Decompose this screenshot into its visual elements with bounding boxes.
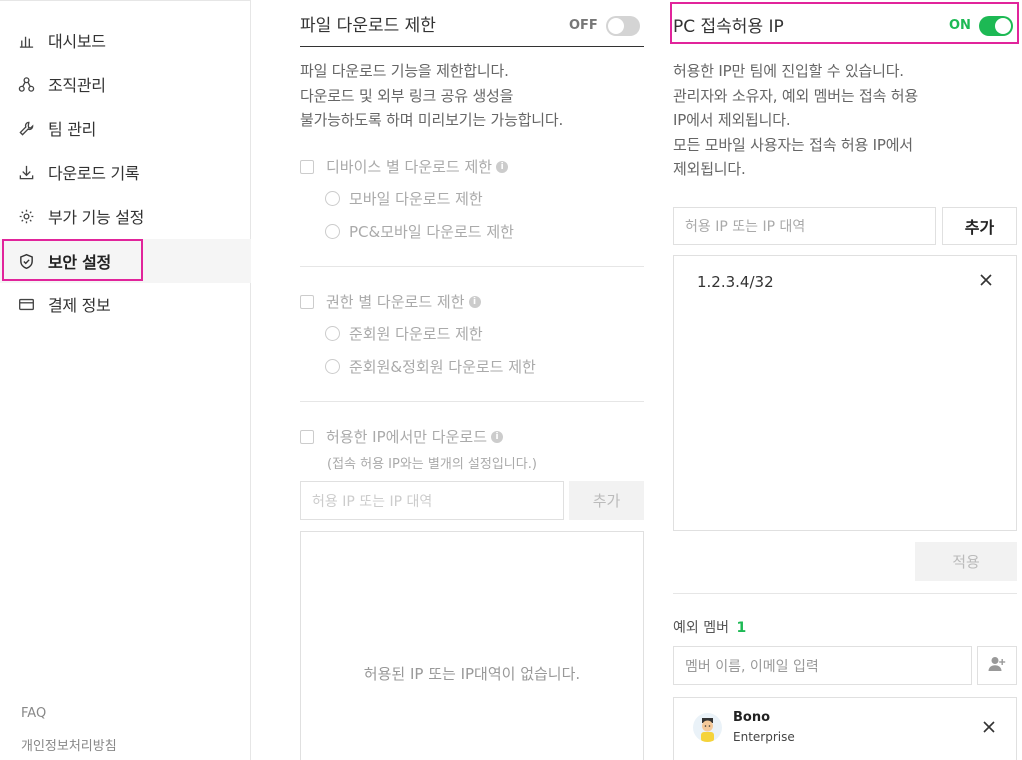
sidebar-item-download-log[interactable]: 다운로드 기록 — [0, 150, 251, 194]
description-line: 모든 모바일 사용자는 접속 허용 IP에서 — [673, 135, 913, 154]
sidebar-item-team[interactable]: 팀 관리 — [0, 106, 251, 150]
toggle-knob — [995, 18, 1011, 34]
sidebar: 대시보드 조직관리 팀 관리 다운로드 기록 부가 기능 설정 보안 설정 결제… — [0, 0, 251, 760]
sidebar-item-label: 다운로드 기록 — [48, 164, 140, 183]
download-limit-toggle-label: OFF — [569, 18, 598, 33]
remove-member-icon[interactable] — [977, 715, 1001, 739]
ip-only-note: (접속 허용 IP와는 별개의 설정입니다.) — [327, 457, 537, 472]
member-role: Enterprise — [733, 730, 795, 744]
pc-ip-toggle-label: ON — [949, 18, 971, 33]
download-ip-list: 허용된 IP 또는 IP대역이 없습니다. — [300, 531, 644, 760]
role-limit-checkbox-row[interactable]: 권한 별 다운로드 제한 i — [300, 291, 481, 312]
sidebar-item-billing[interactable]: 결제 정보 — [0, 282, 251, 326]
radio-associate-limit[interactable]: 준회원 다운로드 제한 — [325, 323, 483, 344]
ip-list-item: 1.2.3.4/32 — [697, 273, 774, 291]
role-limit-checkbox[interactable] — [300, 294, 314, 309]
info-icon[interactable]: i — [468, 295, 481, 308]
description-line: 불가능하도록 하며 미리보기는 가능합니다. — [300, 111, 564, 129]
radio-label: 준회원 다운로드 제한 — [349, 325, 483, 343]
apply-button[interactable]: 적용 — [915, 542, 1017, 581]
add-member-button[interactable] — [977, 646, 1017, 685]
sidebar-item-addons[interactable]: 부가 기능 설정 — [0, 194, 251, 238]
empty-state-text: 허용된 IP 또는 IP대역이 없습니다. — [363, 665, 581, 683]
radio-label: 모바일 다운로드 제한 — [349, 190, 483, 208]
exception-member-label: 예외 멤버 — [673, 620, 729, 636]
info-icon[interactable]: i — [491, 430, 504, 443]
shield-icon — [17, 252, 35, 270]
sidebar-item-dashboard[interactable]: 대시보드 — [0, 18, 251, 62]
add-user-icon — [988, 656, 1006, 676]
device-limit-checkbox-row[interactable]: 디바이스 별 다운로드 제한 i — [300, 156, 509, 177]
sidebar-item-label: 팀 관리 — [48, 120, 97, 139]
sidebar-item-label: 보안 설정 — [48, 253, 111, 272]
download-ip-add-button[interactable]: 추가 — [569, 481, 644, 520]
info-icon[interactable]: i — [496, 160, 509, 173]
divider — [300, 401, 644, 402]
radio-mobile-limit[interactable]: 모바일 다운로드 제한 — [325, 188, 483, 209]
gear-icon — [17, 207, 35, 225]
pc-ip-list: 1.2.3.4/32 — [673, 255, 1017, 531]
sidebar-item-org[interactable]: 조직관리 — [0, 62, 251, 106]
sidebar-item-security[interactable]: 보안 설정 — [0, 239, 251, 283]
ip-only-checkbox[interactable] — [300, 429, 314, 444]
radio-label: 준회원&정회원 다운로드 제한 — [349, 358, 536, 376]
ip-only-checkbox-row[interactable]: 허용한 IP에서만 다운로드 i — [300, 426, 504, 447]
sidebar-item-label: 조직관리 — [48, 76, 106, 95]
privacy-policy-link[interactable]: 개인정보처리방침 — [21, 735, 117, 754]
role-limit-label: 권한 별 다운로드 제한 — [326, 293, 465, 311]
radio-pc-mobile-limit[interactable]: PC&모바일 다운로드 제한 — [325, 221, 514, 242]
exception-member-count: 1 — [736, 620, 747, 636]
radio-button[interactable] — [325, 359, 340, 374]
device-limit-checkbox[interactable] — [300, 159, 314, 174]
sidebar-item-label: 부가 기능 설정 — [48, 208, 145, 227]
exception-member-header: 예외 멤버 1 — [673, 617, 746, 637]
radio-button[interactable] — [325, 224, 340, 239]
description-line: IP에서 제외됩니다. — [673, 111, 791, 129]
faq-link[interactable]: FAQ — [21, 706, 46, 721]
close-icon[interactable] — [975, 269, 997, 291]
wrench-icon — [17, 119, 35, 137]
member-card: Bono Enterprise — [673, 697, 1017, 760]
divider — [300, 266, 644, 267]
sidebar-item-label: 대시보드 — [48, 32, 106, 51]
pc-ip-input[interactable]: 허용 IP 또는 IP 대역 — [673, 207, 936, 245]
pc-ip-add-button[interactable]: 추가 — [942, 207, 1017, 245]
download-limit-toggle[interactable] — [606, 16, 640, 36]
card-icon — [17, 295, 35, 313]
radio-button[interactable] — [325, 191, 340, 206]
download-limit-title: 파일 다운로드 제한 — [300, 16, 436, 36]
member-search-input[interactable]: 멤버 이름, 이메일 입력 — [673, 646, 972, 685]
pc-ip-description: 허용한 IP만 팀에 진입할 수 있습니다. 관리자와 소유자, 예외 멤버는 … — [673, 59, 1017, 182]
avatar — [693, 713, 722, 742]
divider — [673, 593, 1017, 594]
download-icon — [17, 163, 35, 181]
radio-associate-regular-limit[interactable]: 준회원&정회원 다운로드 제한 — [325, 356, 536, 377]
org-icon — [17, 75, 35, 93]
member-name: Bono — [733, 710, 771, 725]
download-limit-description: 파일 다운로드 기능을 제한합니다. 다운로드 및 외부 링크 공유 생성을 불… — [300, 59, 644, 133]
description-line: 제외됩니다. — [673, 160, 746, 178]
description-line: 허용한 IP만 팀에 진입할 수 있습니다. — [673, 62, 904, 80]
radio-label: PC&모바일 다운로드 제한 — [349, 223, 514, 241]
download-ip-input[interactable]: 허용 IP 또는 IP 대역 — [300, 481, 564, 520]
description-line: 다운로드 및 외부 링크 공유 생성을 — [300, 86, 514, 105]
device-limit-label: 디바이스 별 다운로드 제한 — [326, 158, 493, 176]
pc-ip-toggle[interactable] — [979, 16, 1013, 36]
section-rule — [300, 46, 644, 47]
toggle-knob — [608, 18, 624, 34]
description-line: 파일 다운로드 기능을 제한합니다. — [300, 62, 509, 80]
chart-icon — [17, 31, 35, 49]
pc-ip-title: PC 접속허용 IP — [673, 17, 784, 37]
ip-only-label: 허용한 IP에서만 다운로드 — [326, 428, 488, 446]
radio-button[interactable] — [325, 326, 340, 341]
description-line: 관리자와 소유자, 예외 멤버는 접속 허용 — [673, 86, 919, 105]
sidebar-item-label: 결제 정보 — [48, 296, 111, 315]
